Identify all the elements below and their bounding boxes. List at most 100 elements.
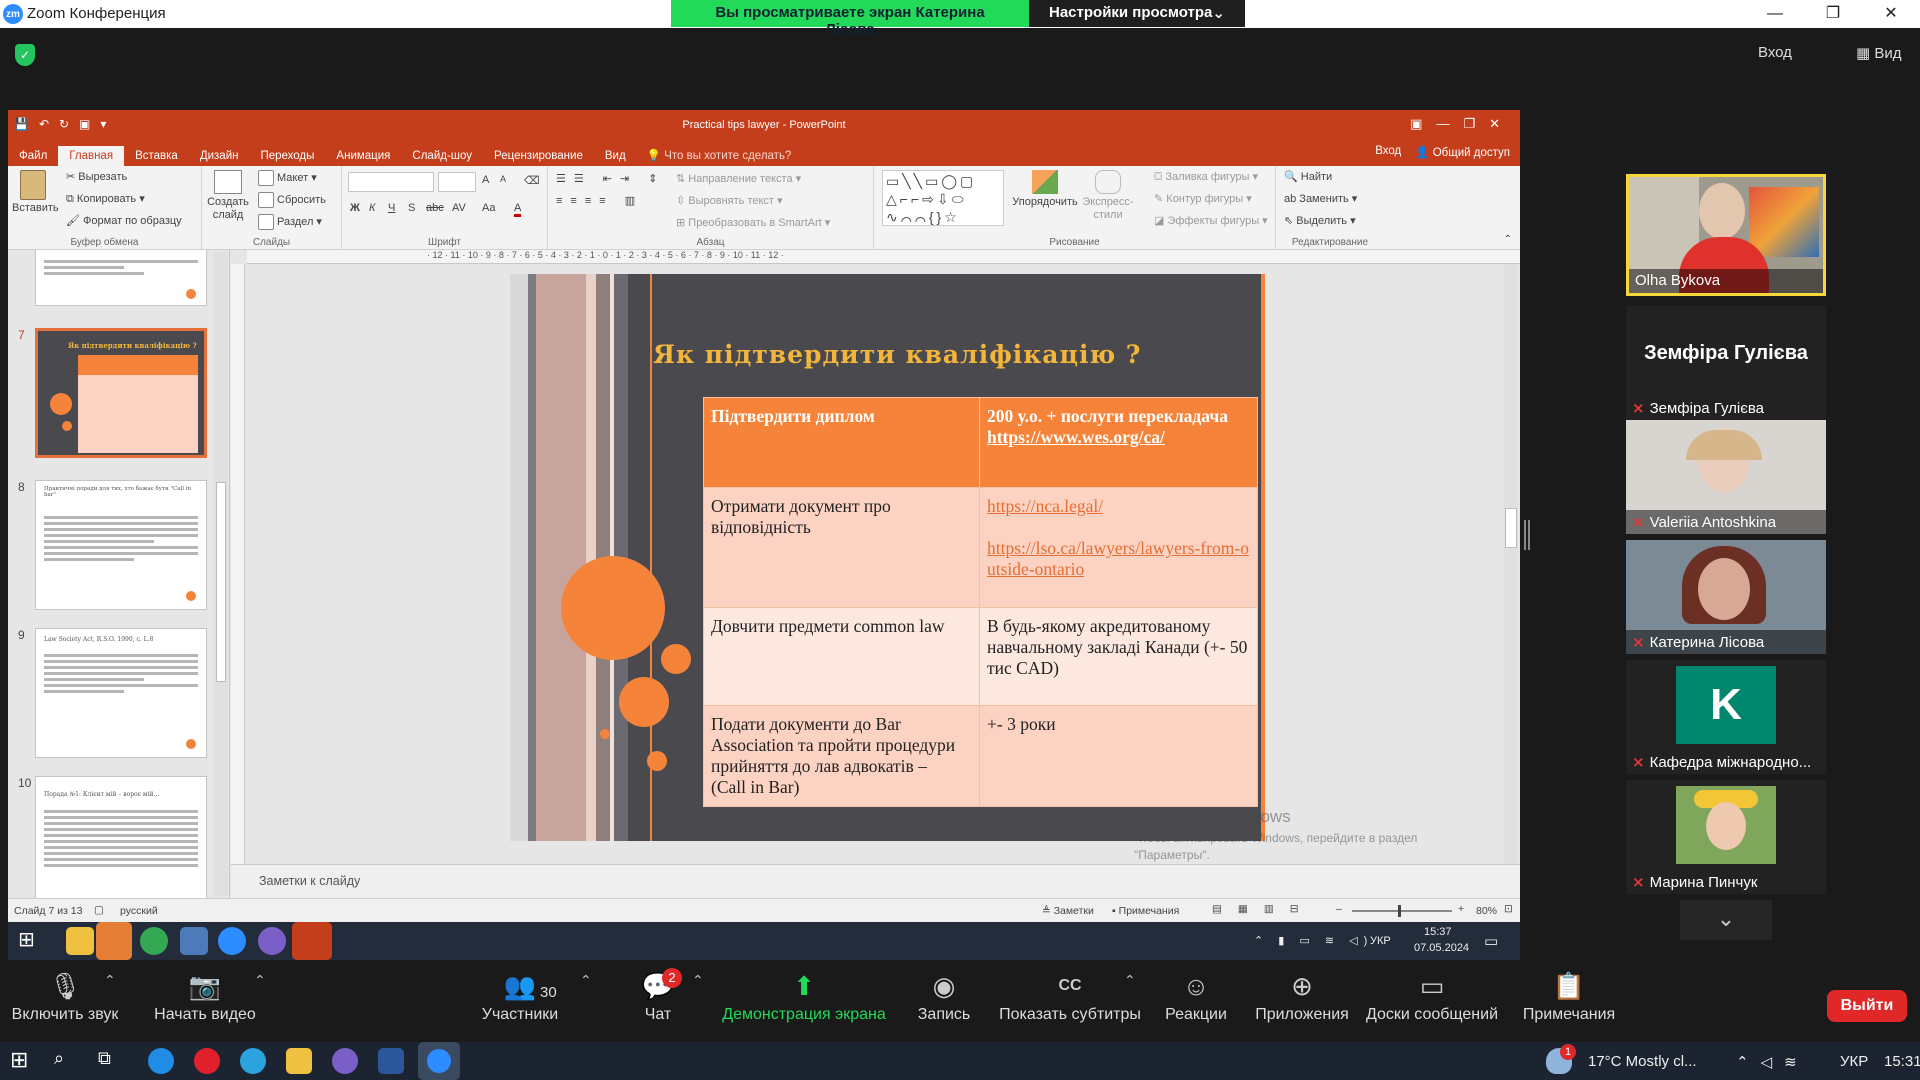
- text-direction-button[interactable]: ⇅ Направление текста ▾: [676, 172, 801, 185]
- format-painter-button[interactable]: 🖌 Формат по образцу: [66, 214, 182, 227]
- wes-link[interactable]: https://www.wes.org/ca/: [987, 427, 1165, 447]
- replace-button[interactable]: ab Заменить ▾: [1284, 192, 1357, 205]
- comments-toggle[interactable]: ▪ Примечания: [1112, 905, 1179, 917]
- encryption-shield-icon[interactable]: ✓: [15, 44, 35, 66]
- thumbnail-scrollbar[interactable]: [214, 252, 228, 896]
- tray-time[interactable]: 15:31: [1884, 1053, 1920, 1070]
- select-button[interactable]: ⇖ Выделить ▾: [1284, 214, 1356, 227]
- notes-toggle[interactable]: ≜ Заметки: [1042, 905, 1094, 917]
- ppt-window-controls[interactable]: ▣—❐✕: [1410, 116, 1514, 132]
- view-button[interactable]: ▦ Вид: [1856, 44, 1901, 62]
- copy-button[interactable]: ⧉ Копировать ▾: [66, 192, 145, 206]
- tray-language[interactable]: УКР: [1840, 1053, 1868, 1070]
- layout-button[interactable]: Макет ▾: [258, 170, 317, 186]
- share-button[interactable]: 👤 Общий доступ: [1415, 145, 1510, 159]
- zoom-out-icon[interactable]: –: [1336, 903, 1342, 915]
- spellcheck-icon[interactable]: ▢: [94, 904, 104, 916]
- table-cell[interactable]: +- 3 роки: [979, 705, 1258, 807]
- slide-canvas[interactable]: Як підтвердити кваліфікацію ? Підтвердит…: [510, 274, 1265, 841]
- tab-slideshow[interactable]: Слайд-шоу: [401, 146, 483, 166]
- word-icon[interactable]: [378, 1048, 404, 1074]
- participant-tile[interactable]: Земфіра Гулієва ⨯ Земфіра Гулієва: [1626, 306, 1826, 420]
- char-spacing-button[interactable]: AV: [452, 202, 466, 214]
- participant-tile[interactable]: K ⨯ Кафедра міжнародно...: [1626, 660, 1826, 774]
- chat-chevron-icon[interactable]: ⌃: [692, 972, 704, 989]
- tab-view[interactable]: Вид: [594, 146, 637, 166]
- task-view-icon[interactable]: ⧉: [98, 1048, 124, 1074]
- edge-icon[interactable]: [96, 922, 132, 960]
- tab-home[interactable]: Главная: [58, 146, 125, 166]
- tray-language[interactable]: УКР: [1370, 935, 1391, 947]
- font-size-input[interactable]: [438, 172, 476, 192]
- font-color-button[interactable]: A: [514, 202, 522, 217]
- tray-icons[interactable]: ⌃◁≋: [1736, 1053, 1809, 1071]
- tab-insert[interactable]: Вставка: [124, 146, 189, 166]
- view-settings-button[interactable]: Настройки просмотра ⌄: [1029, 0, 1245, 27]
- windows-start-icon[interactable]: ⊞: [10, 1048, 36, 1074]
- slide-title[interactable]: Як підтвердити кваліфікацію ?: [653, 340, 1141, 369]
- video-options-chevron-icon[interactable]: ⌃: [254, 972, 266, 989]
- table-cell[interactable]: Подати документи до Bar Association та п…: [703, 705, 980, 807]
- list-buttons[interactable]: ☰☰ ⇤⇥ ⇕: [556, 172, 666, 185]
- language-status[interactable]: русский: [120, 905, 158, 917]
- shadow-button[interactable]: S: [408, 202, 415, 214]
- table-cell[interactable]: В будь-якому акредитованому навчальному …: [979, 607, 1258, 706]
- find-button[interactable]: 🔍 Найти: [1284, 170, 1332, 183]
- participants-more-button[interactable]: ⌄: [1680, 900, 1772, 940]
- tab-animation[interactable]: Анимация: [325, 146, 401, 166]
- tray-icons[interactable]: ⌃ ▮ ▭ ≋ ◁): [1254, 934, 1373, 947]
- viber-icon[interactable]: [332, 1048, 358, 1074]
- whiteboards-button[interactable]: ▭ Доски сообщений: [1362, 962, 1502, 1042]
- chat-button[interactable]: 💬 Чат: [618, 962, 698, 1042]
- powerpoint-taskbar-icon[interactable]: [292, 922, 332, 960]
- edge-icon[interactable]: [148, 1048, 174, 1074]
- opera-icon[interactable]: [194, 1048, 220, 1074]
- apps-button[interactable]: ⊕ Приложения: [1250, 962, 1354, 1042]
- participant-video[interactable]: ⨯ Valeriia Antoshkina: [1626, 420, 1826, 534]
- notifications-icon[interactable]: ▭: [1484, 932, 1498, 950]
- telegram-icon[interactable]: [240, 1048, 266, 1074]
- font-family-input[interactable]: [348, 172, 434, 192]
- share-screen-button[interactable]: ⬆ Демонстрация экрана: [720, 962, 888, 1042]
- section-button[interactable]: Раздел ▾: [258, 214, 322, 230]
- collapse-ribbon-icon[interactable]: ⌃: [1504, 234, 1512, 245]
- zoom-app-icon[interactable]: [218, 927, 246, 955]
- cut-button[interactable]: ✂ Вырезать: [66, 170, 127, 183]
- smartart-button[interactable]: ⊞ Преобразовать в SmartArt ▾: [676, 216, 830, 229]
- shape-outline-button[interactable]: ✎ Контур фигуры ▾: [1154, 192, 1252, 205]
- clear-format-icon[interactable]: ⌫: [524, 174, 540, 187]
- participants-button[interactable]: 👥 Участники: [470, 962, 570, 1042]
- start-video-button[interactable]: 📷 Начать видео: [140, 962, 270, 1042]
- file-explorer-icon[interactable]: [286, 1048, 312, 1074]
- new-slide-button[interactable]: Создать слайд: [206, 170, 250, 222]
- leave-button[interactable]: Выйти: [1827, 990, 1907, 1022]
- captions-button[interactable]: CC Показать субтитры: [996, 962, 1144, 1042]
- zoom-taskbar-icon[interactable]: [418, 1042, 460, 1080]
- quick-styles-button[interactable]: Экспресс-стили: [1080, 170, 1136, 222]
- font-grow-button[interactable]: A: [482, 174, 489, 186]
- change-case-button[interactable]: Aa: [482, 202, 495, 214]
- align-text-button[interactable]: ⇳ Выровнять текст ▾: [676, 194, 783, 207]
- view-switcher[interactable]: ▤▦▥⊟: [1212, 903, 1315, 915]
- font-shrink-button[interactable]: A: [500, 174, 506, 184]
- search-icon[interactable]: ⌕: [54, 1048, 80, 1074]
- table-cell[interactable]: Довчити предмети common law: [703, 607, 980, 706]
- nca-link[interactable]: https://nca.legal/: [987, 496, 1103, 516]
- table-cell[interactable]: Отримати документ про відповідність: [703, 487, 980, 608]
- shapes-gallery[interactable]: ▭╲╲▭◯▢ △⌐⌐⇨⇩⬭ ∿⌒⌒{}☆: [882, 170, 1004, 226]
- tab-file[interactable]: Файл: [8, 146, 58, 166]
- notes-button[interactable]: 📋 Примечания: [1516, 962, 1622, 1042]
- record-button[interactable]: ◉ Запись: [904, 962, 984, 1042]
- chrome-icon[interactable]: [140, 927, 168, 955]
- photos-icon[interactable]: [180, 927, 208, 955]
- ppt-signin[interactable]: Вход: [1375, 145, 1401, 159]
- close-icon[interactable]: ✕: [1862, 0, 1920, 28]
- tab-transitions[interactable]: Переходы: [249, 146, 325, 166]
- participant-tile[interactable]: ⨯ Марина Пинчук: [1626, 780, 1826, 894]
- lso-link[interactable]: https://lso.ca/lawyers/lawyers-from-outs…: [987, 538, 1249, 579]
- paste-button[interactable]: Вставить: [12, 170, 59, 215]
- zoom-slider[interactable]: [1352, 905, 1452, 917]
- tab-review[interactable]: Рецензирование: [483, 146, 594, 166]
- slide-thumbnail-7[interactable]: Як підтвердити кваліфікацію ?: [35, 328, 207, 458]
- slide-thumbnail-6[interactable]: [35, 250, 207, 306]
